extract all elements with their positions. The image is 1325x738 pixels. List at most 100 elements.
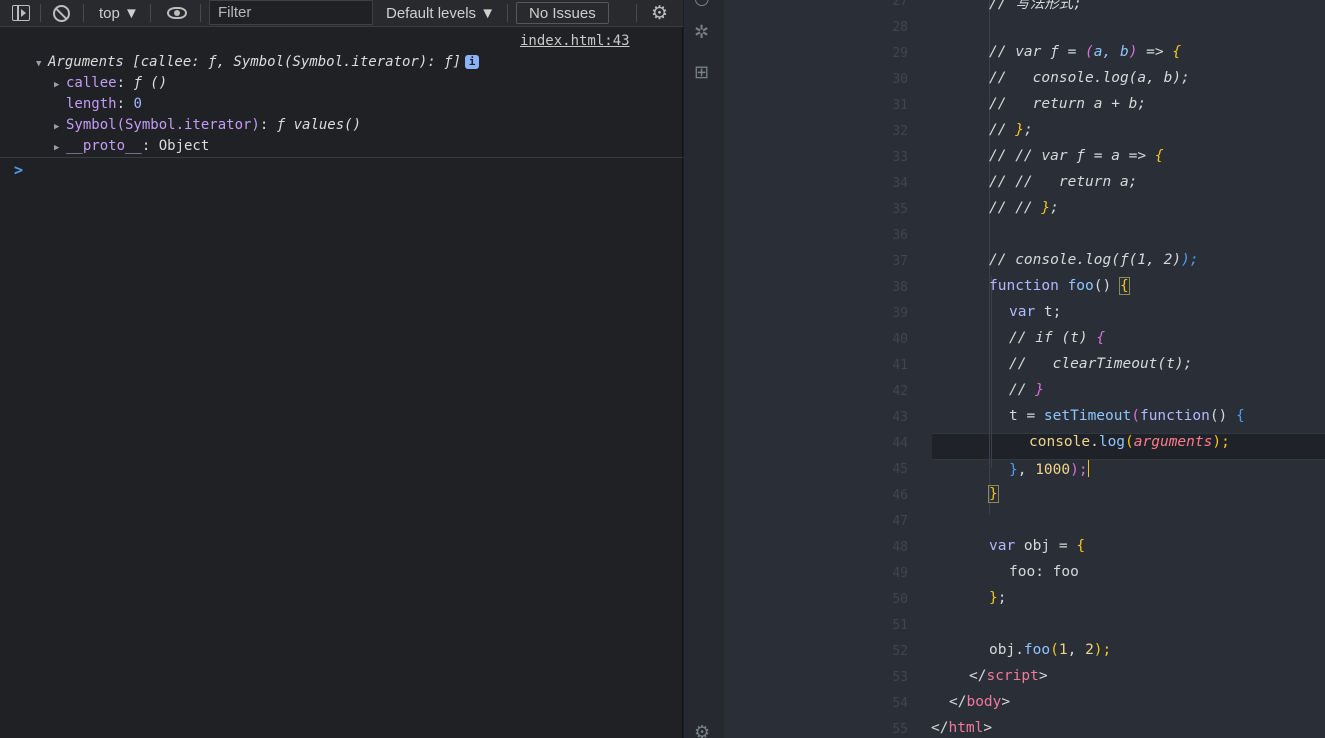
source-link-text[interactable]: index.html:43 — [520, 33, 630, 49]
comment: => — [1137, 44, 1173, 60]
property-name: length — [66, 96, 117, 112]
bracket: { — [1154, 148, 1164, 164]
line-number: 36 — [892, 228, 908, 243]
code-line-29: // console.log(a, b); — [989, 70, 1190, 86]
code-line-32: // // var ƒ = a => { — [989, 148, 1164, 164]
activity-item[interactable]: ○ — [694, 0, 710, 9]
info-icon[interactable]: i — [465, 55, 480, 69]
punctuation: > — [1038, 668, 1048, 684]
console-settings-button[interactable]: ⚙ — [651, 0, 668, 26]
context-selector[interactable]: top ▼ — [99, 0, 139, 26]
comment: if (t) — [1035, 330, 1097, 346]
bracket: } — [1035, 382, 1044, 398]
arguments-object-row[interactable]: ▼ Arguments [callee: ƒ, Symbol(Symbol.ite… — [36, 51, 480, 75]
property-value: ƒ values() — [276, 117, 362, 133]
function-call: log — [1098, 434, 1126, 450]
punctuation: ; — [997, 590, 1007, 606]
code-line-30: // return a + b; — [989, 96, 1146, 112]
html-tag: body — [966, 694, 1002, 710]
punctuation: </ — [969, 668, 987, 684]
eye-icon — [167, 7, 187, 19]
code-line-37: function foo() { — [989, 277, 1130, 295]
code-editor[interactable]: // 写法形式; // var ƒ = (a, b) => { // conso… — [724, 0, 1325, 738]
identifier: obj = — [1023, 538, 1077, 554]
expand-arrow-icon[interactable]: ▶ — [54, 137, 66, 159]
comment: // var ƒ = — [989, 44, 1086, 60]
arguments-summary: Arguments [callee: ƒ, Symbol(Symbol.iter… — [48, 54, 462, 70]
bracket: { — [1096, 330, 1106, 346]
property-value: 0 — [133, 96, 142, 112]
number: 1000 — [1035, 462, 1071, 478]
code-line-39: // if (t) { — [1009, 330, 1105, 346]
line-number: 29 — [892, 46, 908, 61]
code-line-52: </script> — [969, 668, 1048, 684]
line-number: 44 — [892, 436, 908, 451]
line-number: 37 — [892, 254, 908, 269]
html-tag: html — [948, 720, 984, 736]
extensions-button[interactable]: ⊞ — [694, 62, 709, 83]
toolbar-divider — [83, 4, 84, 22]
identifier: t; — [1043, 304, 1062, 320]
code-line-38: var t; — [1009, 304, 1061, 320]
params: a, b — [1093, 44, 1129, 60]
code-line-40: // clearTimeout(t); — [1009, 356, 1192, 372]
comment: ; — [1023, 122, 1033, 138]
console-filter-input[interactable] — [209, 0, 373, 25]
punctuation: , — [1017, 462, 1036, 478]
manage-button[interactable]: ⚙ — [694, 722, 710, 738]
bracket: } — [989, 590, 998, 606]
line-number: 45 — [892, 462, 908, 477]
line-number: 40 — [892, 332, 908, 347]
property-colon: : — [116, 96, 134, 112]
line-number: 43 — [892, 410, 908, 425]
line-number: 31 — [892, 98, 908, 113]
toolbar-divider — [507, 4, 508, 22]
code-line-54: </html> — [931, 720, 992, 736]
comment: // 写法形式; — [989, 0, 1082, 12]
indent-guide — [991, 276, 992, 468]
live-expression-button[interactable] — [167, 0, 187, 26]
expand-arrow-icon[interactable]: ▶ — [54, 74, 66, 96]
bracket: } — [1015, 122, 1024, 138]
function-name: foo — [1067, 278, 1094, 294]
extensions-icon: ⊞ — [694, 62, 710, 83]
symbol-iterator-row[interactable]: ▶ Symbol(Symbol.iterator): ƒ values() — [54, 114, 361, 136]
code-line-31: // }; — [989, 122, 1033, 138]
property-name: Symbol(Symbol.iterator) — [66, 117, 260, 133]
sidebar-toggle-button[interactable] — [12, 0, 30, 26]
clear-console-button[interactable] — [53, 0, 70, 26]
code-line-48: foo: foo — [1009, 564, 1079, 580]
line-number: 47 — [892, 514, 908, 529]
code-line-34: // // }; — [989, 200, 1059, 216]
comment: ƒ(1, 2) — [1119, 252, 1182, 268]
property-colon: : — [259, 117, 277, 133]
console-prompt[interactable]: > — [14, 161, 23, 179]
devtools-console-panel: top ▼ Default levels ▼ No Issues ⚙ index… — [0, 0, 683, 738]
code-line-49: }; — [989, 590, 1006, 606]
expand-arrow-icon[interactable]: ▼ — [36, 53, 48, 75]
bracket: { — [1076, 538, 1086, 554]
line-number: 35 — [892, 202, 908, 217]
bracket: ( — [1085, 44, 1094, 60]
bracket: { — [1172, 44, 1182, 60]
bug-icon: ✲ — [694, 22, 710, 43]
log-levels-label: Default levels ▼ — [386, 4, 496, 22]
keyword: function — [989, 278, 1068, 294]
line-number: 34 — [892, 176, 908, 191]
property-name: callee — [66, 75, 117, 91]
comment: // return a + b; — [989, 96, 1147, 112]
debug-button[interactable]: ✲ — [694, 22, 709, 43]
number: 2 — [1085, 642, 1094, 658]
source-link[interactable]: index.html:43 — [520, 30, 630, 52]
log-levels-dropdown[interactable]: Default levels ▼ — [386, 0, 495, 26]
code-line-28: // var ƒ = (a, b) => { — [989, 44, 1181, 60]
comment: // // var ƒ = a => — [989, 148, 1155, 164]
proto-row[interactable]: ▶ __proto__: Object — [54, 135, 209, 157]
punctuation: </ — [949, 694, 967, 710]
property-value: : Object — [141, 138, 210, 154]
issues-button[interactable]: No Issues — [516, 2, 609, 24]
comment: // clearTimeout(t); — [1009, 356, 1193, 372]
callee-row[interactable]: ▶ callee: ƒ () — [54, 72, 167, 94]
context-selector-label: top ▼ — [99, 4, 139, 22]
line-number: 28 — [892, 20, 908, 35]
